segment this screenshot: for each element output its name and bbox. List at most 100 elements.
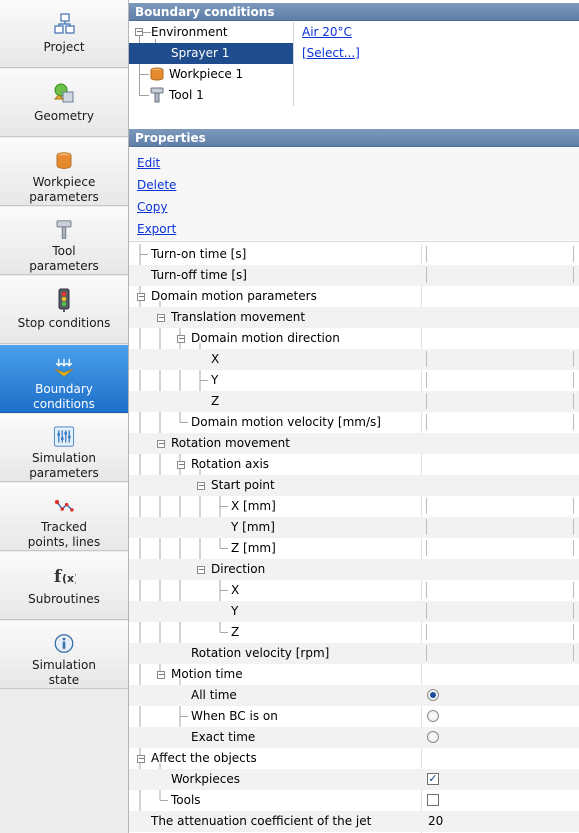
nav-subroutines-label: Subroutines (28, 592, 100, 606)
property-row-translation-movement: − Translation movement (129, 307, 579, 328)
turn-off-time-input[interactable] (426, 267, 574, 283)
start-point-z-input[interactable] (426, 540, 574, 556)
tool-icon (56, 220, 72, 239)
nav-geometry-label: Geometry (34, 109, 94, 123)
start-point-y-input[interactable] (426, 519, 574, 535)
collapse-icon[interactable]: − (177, 461, 185, 469)
tracked-points-icon (54, 499, 74, 512)
collapse-icon[interactable]: − (197, 482, 205, 490)
tree-item-environment[interactable]: − Environment (129, 22, 293, 43)
property-row-start-point: − Start point (129, 475, 579, 496)
domain-motion-velocity-input[interactable] (426, 414, 574, 430)
property-row-start-point-y: Y [mm] (129, 517, 579, 538)
collapse-icon[interactable]: − (157, 314, 165, 322)
boundary-conditions-header: Boundary conditions (129, 3, 579, 21)
boundary-conditions-icon (54, 358, 74, 377)
turn-on-time-input[interactable] (426, 246, 574, 262)
property-grid: Turn-on time [s] Turn-off time [s] − Domain… (129, 244, 579, 833)
property-label-start-point-z: Z [mm] (231, 541, 276, 555)
nav-simulation-state-label: Simulation state (32, 658, 96, 687)
direction-z-input[interactable] (426, 393, 574, 409)
property-row-axis-direction-y: Y (129, 601, 579, 622)
nav-workpiece-parameters-button[interactable]: Workpiece parameters (0, 138, 128, 206)
property-row-direction: − Direction (129, 559, 579, 580)
tree-item-sprayer-label: Sprayer 1 (171, 46, 230, 60)
copy-link[interactable]: Copy (137, 200, 167, 214)
direction-x-input[interactable] (426, 351, 574, 367)
tree-divider (293, 22, 294, 106)
property-label-turn-off-time: Turn-off time [s] (151, 268, 247, 282)
tools-checkbox[interactable] (427, 794, 439, 806)
property-label-rotation-movement: Rotation movement (171, 436, 290, 450)
direction-y-input[interactable] (426, 372, 574, 388)
nav-tool-parameters-label: Tool parameters (29, 244, 99, 273)
nav-simulation-parameters-button[interactable]: Simulation parameters (0, 414, 128, 482)
nav-project-button[interactable]: Project (0, 0, 128, 68)
collapse-icon[interactable]: − (137, 293, 145, 301)
all-time-radio[interactable] (427, 689, 439, 701)
when-bc-is-on-radio[interactable] (427, 710, 439, 722)
delete-link[interactable]: Delete (137, 178, 176, 192)
workpiece-icon (150, 67, 164, 81)
nav-boundary-conditions-label: Boundary conditions (33, 382, 95, 411)
property-label-when-bc-is-on: When BC is on (191, 709, 278, 723)
property-row-workpieces: Workpieces ✓ (129, 769, 579, 790)
property-row-turn-on-time: Turn-on time [s] (129, 244, 579, 265)
property-label-start-point-x: X [mm] (231, 499, 276, 513)
export-link[interactable]: Export (137, 222, 176, 236)
nav-boundary-conditions-button[interactable]: Boundary conditions (0, 345, 128, 413)
tree-item-sprayer[interactable]: Sprayer 1 (129, 43, 293, 64)
property-row-when-bc-is-on: When BC is on (129, 706, 579, 727)
start-point-x-input[interactable] (426, 498, 574, 514)
property-row-axis-direction-z: Z (129, 622, 579, 643)
property-label-affect-the-objects: Affect the objects (151, 751, 257, 765)
property-row-affect-the-objects: − Affect the objects (129, 748, 579, 769)
nav-workpiece-parameters-label: Workpiece parameters (29, 175, 99, 204)
property-row-exact-time: Exact time (129, 727, 579, 748)
tree-item-workpiece[interactable]: Workpiece 1 (129, 64, 293, 85)
sprayer-select-link[interactable]: [Select...] (302, 43, 360, 64)
property-row-start-point-z: Z [mm] (129, 538, 579, 559)
property-label-start-point-y: Y [mm] (231, 520, 275, 534)
property-label-workpieces: Workpieces (171, 772, 240, 786)
nav-simulation-parameters-label: Simulation parameters (29, 451, 99, 480)
axis-direction-y-input[interactable] (426, 603, 574, 619)
collapse-icon[interactable]: − (197, 566, 205, 574)
property-row-turn-off-time: Turn-off time [s] (129, 265, 579, 286)
property-label-direction-x: X (211, 352, 220, 366)
property-row-rotation-axis: − Rotation axis (129, 454, 579, 475)
property-row-all-time: All time (129, 685, 579, 706)
function-icon: f (x) (54, 567, 76, 587)
nav-tool-parameters-button[interactable]: Tool parameters (0, 207, 128, 275)
main-panel: Boundary conditions − Environment Air 20… (129, 0, 579, 833)
property-label-direction-y: Y (211, 373, 219, 387)
environment-value-link[interactable]: Air 20°C (302, 22, 352, 43)
nav-tracked-points-button[interactable]: Tracked points, lines (0, 483, 128, 551)
nav-subroutines-button[interactable]: f (x) Subroutines (0, 552, 128, 620)
tree-item-tool[interactable]: Tool 1 (129, 85, 293, 106)
nav-stop-conditions-button[interactable]: Stop conditions (0, 276, 128, 344)
property-label-turn-on-time: Turn-on time [s] (151, 247, 247, 261)
collapse-icon[interactable]: − (135, 28, 143, 36)
traffic-light-icon (58, 288, 70, 312)
collapse-icon[interactable]: − (137, 755, 145, 763)
collapse-icon[interactable]: − (157, 440, 165, 448)
exact-time-radio[interactable] (427, 731, 439, 743)
nav-simulation-state-button[interactable]: Simulation state (0, 621, 128, 689)
collapse-icon[interactable]: − (157, 671, 165, 679)
collapse-icon[interactable]: − (177, 335, 185, 343)
workpiece-icon (56, 152, 72, 169)
property-label-direction-z: Z (211, 394, 220, 408)
axis-direction-x-input[interactable] (426, 582, 574, 598)
axis-direction-z-input[interactable] (426, 624, 574, 640)
edit-link[interactable]: Edit (137, 156, 160, 170)
nav-geometry-button[interactable]: Geometry (0, 69, 128, 137)
property-row-domain-motion-direction: − Domain motion direction (129, 328, 579, 349)
workpieces-checkbox[interactable]: ✓ (427, 773, 439, 785)
property-label-start-point: Start point (211, 478, 275, 492)
rotation-velocity-input[interactable] (426, 645, 574, 661)
property-row-direction-x: X (129, 349, 579, 370)
property-label-exact-time: Exact time (191, 730, 256, 744)
property-row-tools: Tools (129, 790, 579, 811)
attenuation-coefficient-value[interactable]: 20 (428, 811, 443, 832)
